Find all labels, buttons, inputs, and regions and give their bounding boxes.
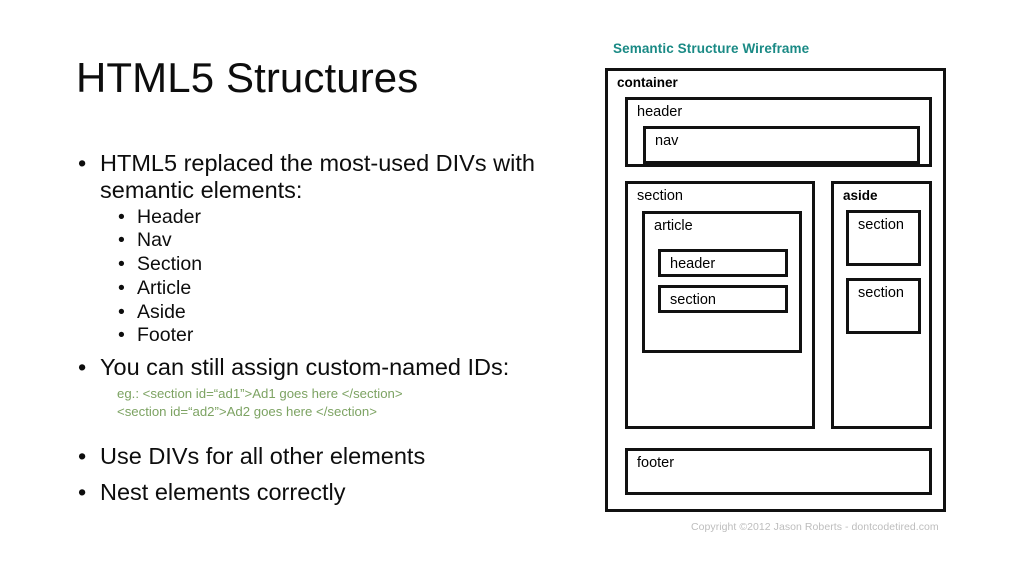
wireframe-box-article: article header section bbox=[642, 211, 802, 353]
code-line-2: <section id=“ad2”>Ad2 goes here </sectio… bbox=[117, 403, 377, 419]
sub-bullet-section-text: Section bbox=[137, 253, 203, 276]
bullet-glyph: • bbox=[78, 150, 87, 176]
sub-bullet-section: • Section bbox=[72, 253, 542, 277]
wireframe-box-article-header: header bbox=[658, 249, 788, 277]
wireframe-label-container: container bbox=[617, 75, 678, 90]
wireframe-box-nav: nav bbox=[643, 126, 920, 164]
bullet-glyph: • bbox=[78, 442, 87, 469]
bullet-glyph: • bbox=[118, 205, 125, 228]
bullet-item-1-text: HTML5 replaced the most-used DIVs with s… bbox=[100, 150, 535, 203]
wireframe-label-aside-section-1: section bbox=[858, 217, 904, 233]
code-line-1: eg.: <section id=“ad1”>Ad1 goes here </s… bbox=[117, 386, 403, 402]
wireframe-box-article-section: section bbox=[658, 285, 788, 313]
wireframe-box-aside-section-1: section bbox=[846, 210, 921, 266]
wireframe-label-article-section: section bbox=[670, 292, 716, 308]
sub-bullet-footer-text: Footer bbox=[137, 324, 194, 347]
bullet-item-3-text: Use DIVs for all other elements bbox=[100, 442, 426, 469]
code-sample-block: eg.: <section id=“ad1”>Ad1 goes here </s… bbox=[72, 385, 542, 421]
wireframe-label-header: header bbox=[637, 104, 683, 120]
slide-body-list: • HTML5 replaced the most-used DIVs with… bbox=[72, 150, 542, 508]
wireframe-label-aside-section-2: section bbox=[858, 285, 904, 301]
bullet-item-1: • HTML5 replaced the most-used DIVs with… bbox=[72, 150, 542, 204]
bullet-glyph: • bbox=[118, 324, 125, 347]
bullet-item-2-text: You can still assign custom-named IDs: bbox=[100, 354, 510, 381]
wireframe-box-header: header nav bbox=[625, 97, 932, 167]
bullet-glyph: • bbox=[118, 253, 125, 276]
sub-bullet-footer: • Footer bbox=[72, 324, 542, 348]
wireframe-box-aside-section-2: section bbox=[846, 278, 921, 334]
bullet-glyph: • bbox=[78, 478, 87, 505]
sub-bullet-nav: • Nav bbox=[72, 229, 542, 253]
bullet-glyph: • bbox=[118, 300, 125, 323]
sub-bullet-article-text: Article bbox=[137, 276, 192, 299]
wireframe-copyright: Copyright ©2012 Jason Roberts - dontcode… bbox=[691, 521, 939, 533]
wireframe-label-section-main: section bbox=[637, 188, 683, 204]
wireframe-box-section-main: section article header section bbox=[625, 181, 815, 429]
sub-bullet-aside-text: Aside bbox=[137, 300, 186, 323]
sub-bullet-header-text: Header bbox=[137, 205, 201, 228]
wireframe-label-footer: footer bbox=[637, 455, 675, 471]
wireframe-label-article-header: header bbox=[670, 256, 716, 272]
wireframe-label-aside: aside bbox=[843, 188, 878, 203]
bullet-glyph: • bbox=[118, 276, 125, 299]
wireframe-label-nav: nav bbox=[655, 133, 679, 149]
bullet-item-4: • Nest elements correctly bbox=[72, 479, 542, 506]
wireframe-box-container: container header nav section article hea… bbox=[605, 68, 946, 512]
wireframe-box-footer: footer bbox=[625, 448, 932, 495]
page-title: HTML5 Structures bbox=[76, 54, 419, 101]
sub-bullet-nav-text: Nav bbox=[137, 229, 172, 252]
bullet-glyph: • bbox=[118, 229, 125, 252]
wireframe-title: Semantic Structure Wireframe bbox=[613, 41, 810, 56]
bullet-item-4-text: Nest elements correctly bbox=[100, 478, 346, 505]
wireframe-label-article: article bbox=[654, 218, 693, 234]
bullet-item-3: • Use DIVs for all other elements bbox=[72, 443, 542, 470]
wireframe-box-aside: aside section section bbox=[831, 181, 932, 429]
sub-bullet-article: • Article bbox=[72, 277, 542, 301]
sub-bullet-list: • Header • Nav • Section • Article • Asi… bbox=[72, 206, 542, 349]
sub-bullet-header: • Header bbox=[72, 206, 542, 230]
bullet-item-2: • You can still assign custom-named IDs: bbox=[72, 354, 542, 381]
sub-bullet-aside: • Aside bbox=[72, 301, 542, 325]
bullet-glyph: • bbox=[78, 354, 87, 381]
